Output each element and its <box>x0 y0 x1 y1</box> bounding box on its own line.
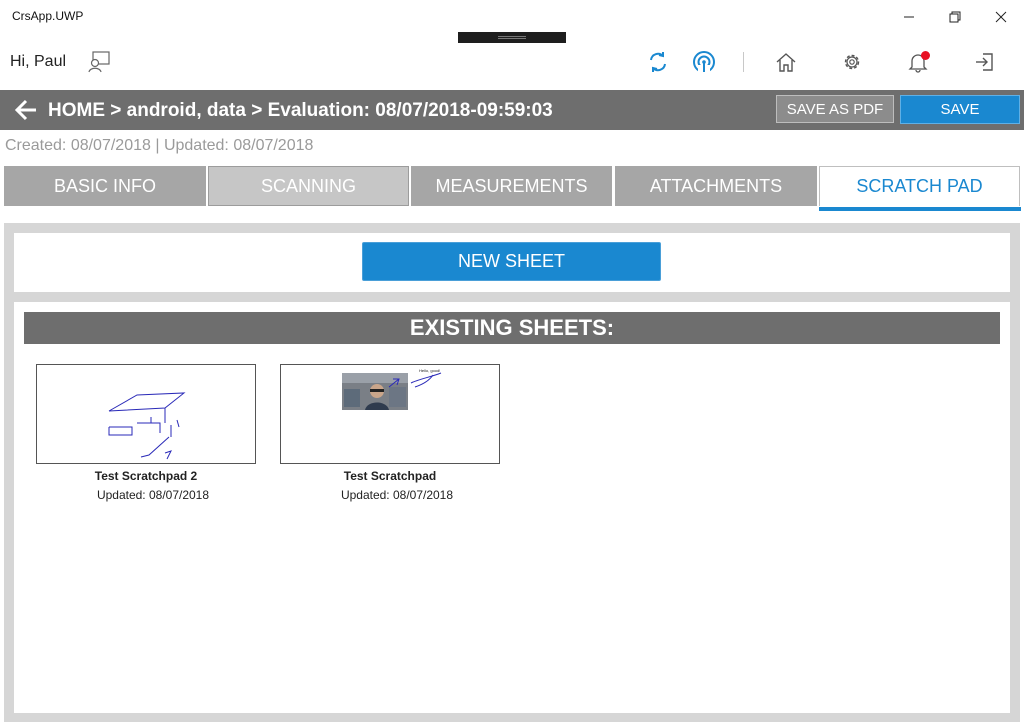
tab-scratch-pad[interactable]: SCRATCH PAD <box>819 166 1020 206</box>
user-chat-icon <box>88 51 110 73</box>
close-button[interactable] <box>978 6 1024 28</box>
sync-icon <box>650 52 666 72</box>
sheet-thumb-note: Hello, good! <box>419 368 440 373</box>
sheet-updated-date: Updated: 08/07/2018 <box>96 488 210 502</box>
user-greeting: Hi, Paul <box>10 53 67 70</box>
tab-measurements[interactable]: MEASUREMENTS <box>411 166 612 206</box>
active-tab-indicator <box>819 207 1021 211</box>
sheet-thumbnail[interactable]: Hello, good! <box>280 364 500 464</box>
save-button[interactable]: SAVE <box>900 95 1020 124</box>
sketch-photo-drawing: Hello, good! <box>342 368 442 410</box>
broadcast-button[interactable] <box>689 47 719 77</box>
sketch-drawing <box>108 392 186 460</box>
app-title: CrsApp.UWP <box>12 9 84 23</box>
header-divider <box>743 52 744 72</box>
sheet-updated-date: Updated: 08/07/2018 <box>340 488 454 502</box>
minimize-icon <box>904 16 914 18</box>
tab-scanning[interactable]: SCANNING <box>208 166 409 206</box>
tab-attachments[interactable]: ATTACHMENTS <box>615 166 817 206</box>
gear-icon <box>844 54 860 70</box>
restore-icon <box>949 11 961 23</box>
drag-handle[interactable] <box>458 32 566 43</box>
existing-sheets-header: EXISTING SHEETS: <box>24 312 1000 344</box>
user-profile-button[interactable] <box>84 47 114 77</box>
logout-button[interactable] <box>969 47 999 77</box>
broadcast-icon <box>693 51 715 74</box>
tab-basic-info[interactable]: BASIC INFO <box>4 166 206 206</box>
back-arrow-icon <box>14 99 36 121</box>
save-as-pdf-button[interactable]: SAVE AS PDF <box>776 95 894 123</box>
home-icon <box>776 53 796 72</box>
sheet-thumbnail[interactable] <box>36 364 256 464</box>
sheet-title[interactable]: Test Scratchpad 2 <box>29 469 263 483</box>
close-icon <box>995 11 1007 23</box>
new-sheet-button[interactable]: NEW SHEET <box>362 242 661 281</box>
home-button[interactable] <box>771 47 801 77</box>
back-button[interactable] <box>14 98 42 122</box>
sync-button[interactable] <box>643 47 673 77</box>
breadcrumb: HOME > android, data > Evaluation: 08/07… <box>48 100 553 121</box>
sign-out-icon <box>976 53 993 71</box>
settings-button[interactable] <box>837 47 867 77</box>
sheet-title[interactable]: Test Scratchpad <box>273 469 507 483</box>
created-updated-dates: Created: 08/07/2018 | Updated: 08/07/201… <box>5 137 314 154</box>
minimize-button[interactable] <box>886 6 932 28</box>
notification-badge <box>921 51 930 60</box>
restore-button[interactable] <box>932 6 978 28</box>
